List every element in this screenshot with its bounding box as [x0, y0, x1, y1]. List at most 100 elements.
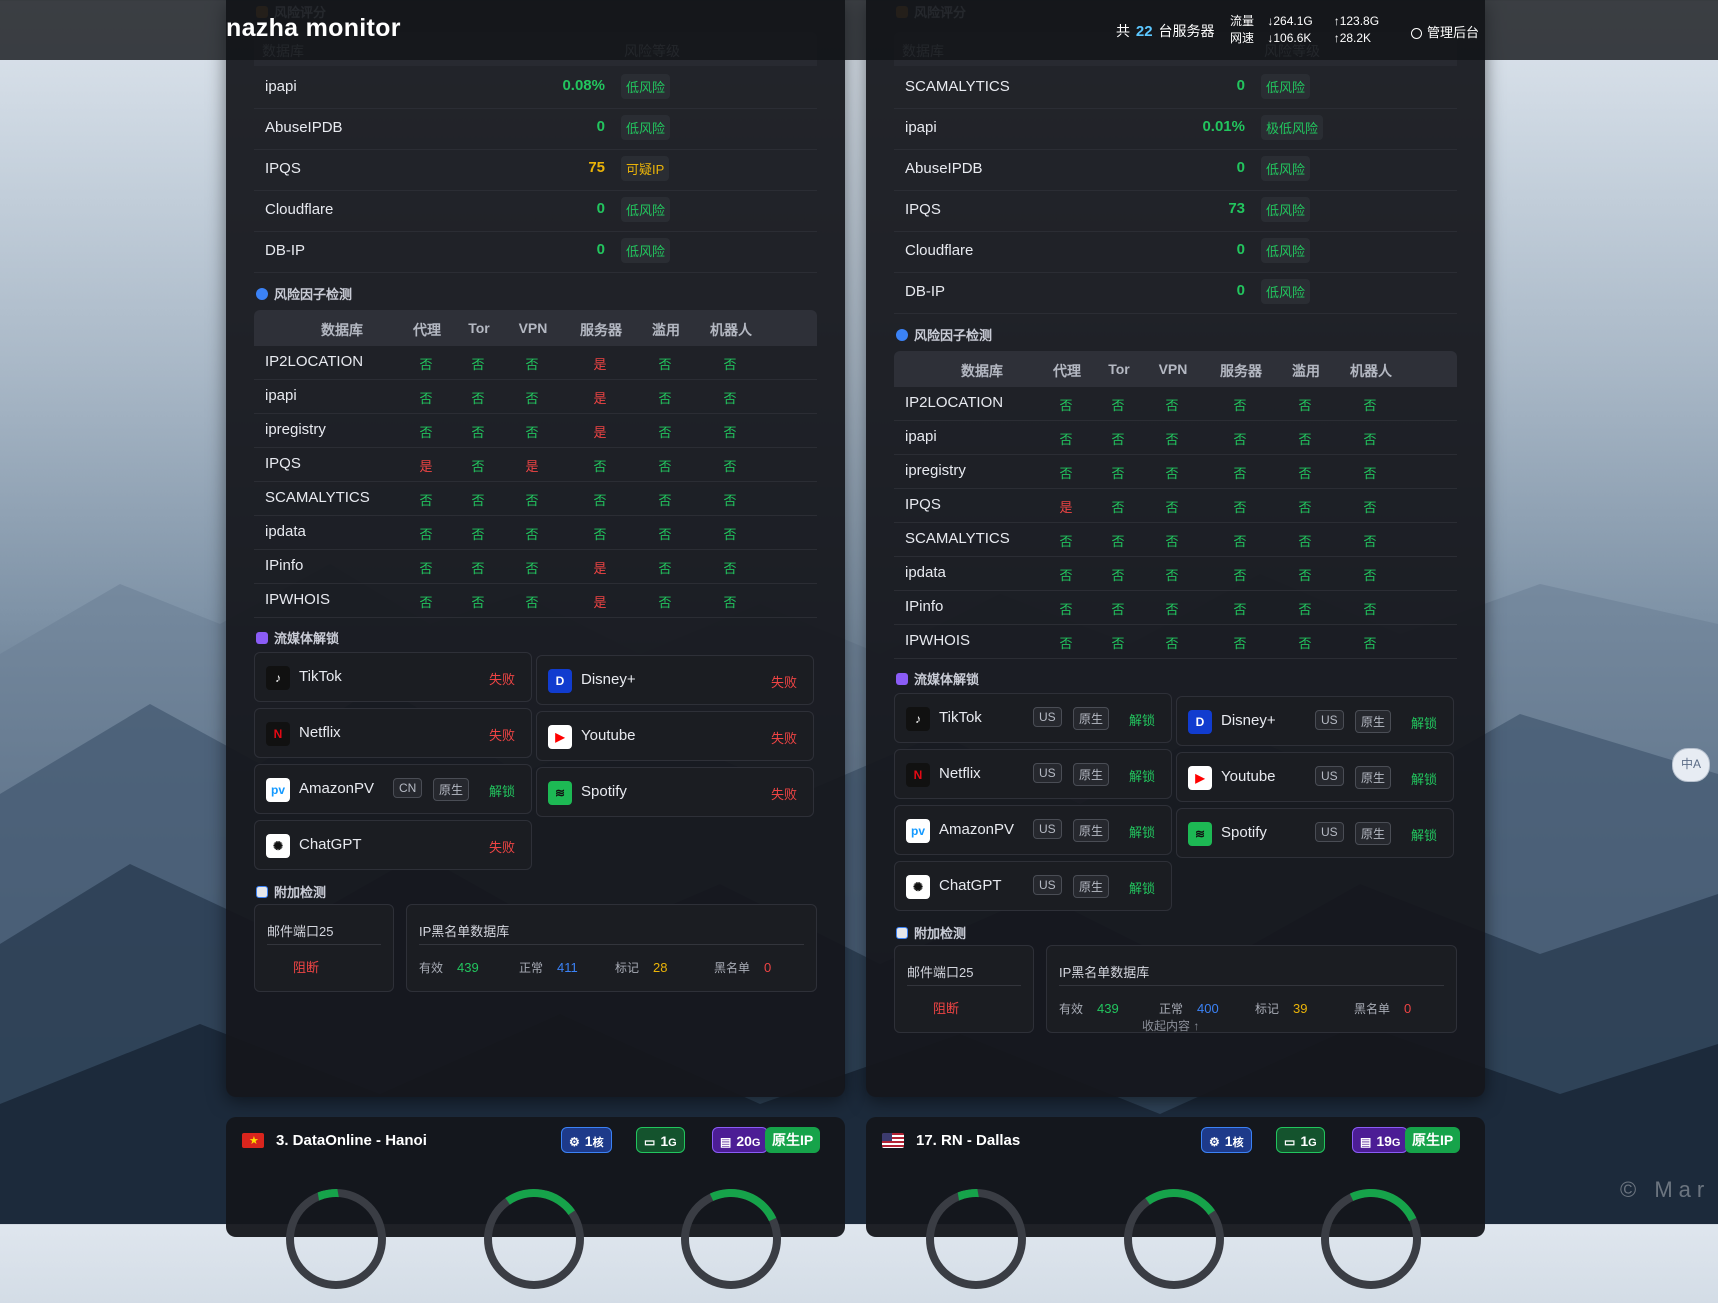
factor-row: ipapi 否 否 否 是 否 否 — [254, 380, 817, 414]
media-item-spotify[interactable]: ≋ Spotify US 原生 解锁 — [1176, 808, 1454, 858]
media-item-spotify[interactable]: ≋ Spotify 失败 — [536, 767, 814, 817]
netflix-icon: N — [906, 763, 930, 787]
ram-badge: ▭ 1G — [636, 1127, 685, 1153]
media-item-youtube[interactable]: ▶ Youtube 失败 — [536, 711, 814, 761]
ram-unit: G — [668, 1137, 677, 1149]
media-status: 解锁 — [1410, 716, 1437, 731]
gauge-arc — [1306, 1174, 1436, 1303]
disk-value: 20 — [736, 1133, 752, 1149]
media-region-tag: US — [1315, 822, 1344, 842]
risk-level-badge: 低风险 — [1261, 238, 1311, 263]
factor-header-6: 机器人 — [1350, 363, 1392, 379]
amazonpv-icon: pv — [906, 819, 930, 843]
factor-cell: 是 — [1059, 500, 1073, 515]
media-item-chatgpt[interactable]: ✺ ChatGPT US 原生 解锁 — [894, 861, 1172, 911]
ram-value: 1 — [1300, 1133, 1309, 1149]
usage-gauge — [286, 1189, 386, 1289]
factor-row: ipdata 否 否 否 否 否 否 — [894, 557, 1457, 591]
factor-db-name: IPWHOIS — [265, 591, 331, 608]
translate-button[interactable]: 中A — [1672, 748, 1710, 782]
collapse-content-link[interactable]: 收起内容 ↑ — [1142, 1017, 1199, 1034]
factor-cell: 否 — [525, 493, 539, 508]
risk-db-name: DB-IP — [905, 283, 946, 300]
media-region-tag: US — [1033, 707, 1062, 727]
blacklist-stat-label: 黑名单 — [1354, 1002, 1391, 1016]
media-region-tag: 原生 — [1073, 763, 1110, 786]
factor-cell: 否 — [1111, 534, 1125, 549]
factor-header-5: 滥用 — [1292, 363, 1320, 379]
factor-cell: 否 — [658, 561, 672, 576]
disk-badge: ▤ 19G — [1352, 1127, 1409, 1153]
risk-score-value: 0 — [1236, 159, 1245, 176]
risk-row: ipapi 0.08% 低风险 — [254, 67, 817, 109]
blacklist-stat-valid: 有效 439 — [419, 959, 479, 976]
factor-header-6: 机器人 — [710, 322, 752, 338]
media-name: Disney+ — [1221, 712, 1276, 729]
factor-row: ipapi 否 否 否 否 否 否 — [894, 421, 1457, 455]
factor-cell: 否 — [1363, 466, 1377, 481]
media-item-netflix[interactable]: N Netflix US 原生 解锁 — [894, 749, 1172, 799]
media-name: AmazonPV — [939, 821, 1015, 838]
media-item-netflix[interactable]: N Netflix 失败 — [254, 708, 532, 758]
media-name: Spotify — [581, 783, 627, 800]
server-detail-card-right: 风险评分数据库风险等级SCAMALYTICS0低风险ipapi0.01%极低风险… — [866, 0, 1485, 1097]
risk-score-value: 0 — [596, 118, 605, 135]
media-region-tag: US — [1033, 875, 1062, 895]
extra-check-title-text: 附加检测 — [274, 885, 327, 900]
factor-cell: 否 — [525, 357, 539, 372]
factor-db-name: IP2LOCATION — [905, 394, 1004, 411]
media-status: 解锁 — [1128, 769, 1155, 784]
ram-unit: G — [1308, 1137, 1317, 1149]
brand-logo-text[interactable]: nazha monitor — [226, 14, 401, 43]
server-card-dallas[interactable]: 17. RN - Dallas ⚙ 1核 ▭ 1G ▤ 19G 原生IP — [866, 1117, 1485, 1303]
id-card-icon — [896, 927, 908, 939]
media-item-disneyplus[interactable]: D Disney+ US 原生 解锁 — [1176, 696, 1454, 746]
factor-cell: 否 — [1233, 602, 1247, 617]
factor-cell: 否 — [1059, 432, 1073, 447]
media-item-amazonpv[interactable]: pv AmazonPV US 原生 解锁 — [894, 805, 1172, 855]
factor-cell: 否 — [1059, 568, 1073, 583]
media-item-tiktok[interactable]: ♪ TikTok 失败 — [254, 652, 532, 702]
factor-cell: 否 — [419, 391, 433, 406]
risk-level-badge: 低风险 — [1261, 74, 1311, 99]
factor-cell: 否 — [658, 391, 672, 406]
media-item-youtube[interactable]: ▶ Youtube US 原生 解锁 — [1176, 752, 1454, 802]
risk-row: Cloudflare 0 低风险 — [894, 231, 1457, 273]
cpu-badge: ⚙ 1核 — [561, 1127, 612, 1153]
blacklist-stat-value: 411 — [557, 960, 578, 975]
blacklist-stat-label: 标记 — [1255, 1002, 1280, 1016]
speed-up: ↑28.2K — [1333, 31, 1372, 45]
factor-row: IPWHOIS 否 否 否 是 否 否 — [254, 584, 817, 618]
risk-level-badge: 可疑IP — [621, 156, 670, 181]
media-item-chatgpt[interactable]: ✺ ChatGPT 失败 — [254, 820, 532, 870]
risk-row: Cloudflare 0 低风险 — [254, 190, 817, 232]
traffic-label: 流量 — [1230, 14, 1255, 28]
factor-cell: 否 — [723, 425, 737, 440]
server-card-hanoi[interactable]: ★ 3. DataOnline - Hanoi ⚙ 1核 ▭ 1G ▤ 20G 原生IP — [226, 1117, 845, 1303]
blacklist-stat-black: 黑名单 0 — [714, 959, 771, 976]
risk-level-badge: 极低风险 — [1261, 115, 1324, 140]
factor-header-0: 数据库 — [321, 322, 363, 338]
media-item-disneyplus[interactable]: D Disney+ 失败 — [536, 655, 814, 705]
media-item-tiktok[interactable]: ♪ TikTok US 原生 解锁 — [894, 693, 1172, 743]
factor-cell: 否 — [1059, 398, 1073, 413]
mail-port-box: 邮件端口25 阻断 — [894, 945, 1034, 1033]
factor-cell: 否 — [419, 561, 433, 576]
media-status: 失败 — [770, 675, 797, 690]
media-item-amazonpv[interactable]: pv AmazonPV CN 原生 解锁 — [254, 764, 532, 814]
risk-level-badge: 低风险 — [621, 197, 671, 222]
factor-cell: 否 — [658, 527, 672, 542]
factor-cell: 否 — [1111, 568, 1125, 583]
factor-cell: 是 — [419, 459, 433, 474]
media-name: AmazonPV — [299, 780, 375, 797]
factor-cell: 否 — [1233, 568, 1247, 583]
admin-link[interactable]: 管理后台 — [1411, 22, 1479, 41]
blacklist-stat-marked: 标记 28 — [615, 959, 667, 976]
risk-level-badge: 低风险 — [1261, 279, 1311, 304]
mail-port-status: 阻断 — [933, 1001, 960, 1016]
factor-cell: 否 — [658, 459, 672, 474]
flag-vn-icon: ★ — [242, 1133, 264, 1148]
disk-icon: ▤ — [1360, 1135, 1372, 1149]
traffic-down: ↓264.1G — [1267, 14, 1313, 28]
risk-factor-title-text: 风险因子检测 — [914, 328, 993, 343]
